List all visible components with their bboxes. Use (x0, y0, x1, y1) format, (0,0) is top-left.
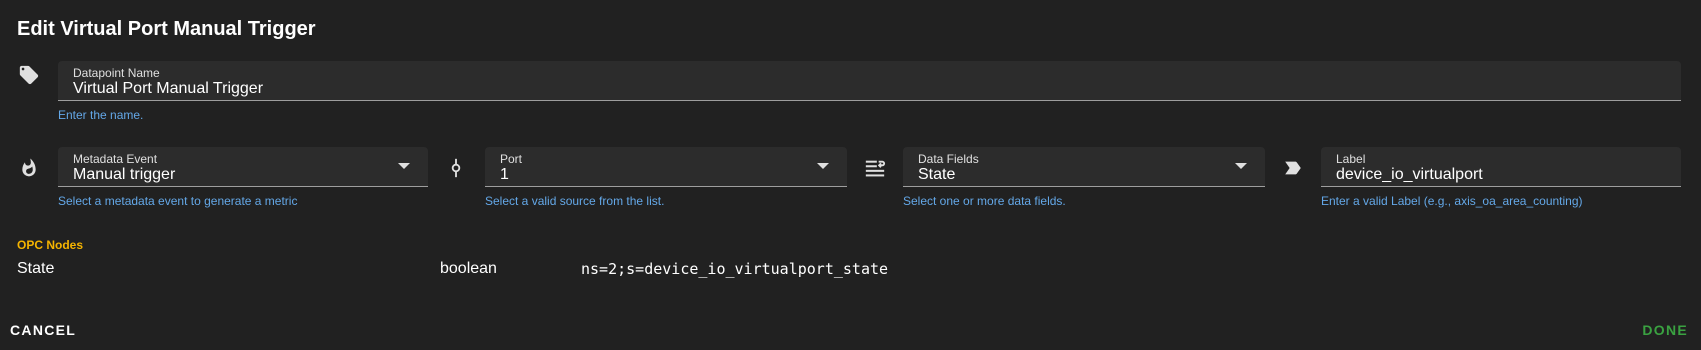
edit-datapoint-dialog: Edit Virtual Port Manual Trigger Datapoi… (0, 0, 1701, 350)
port-hint: Select a valid source from the list. (485, 194, 665, 208)
label-arrow-icon (1280, 155, 1306, 181)
opc-nodes-title: OPC Nodes (17, 238, 84, 252)
port-value: 1 (500, 166, 509, 183)
metadata-event-select[interactable]: Metadata Event Manual trigger (58, 147, 428, 187)
port-select[interactable]: Port 1 (485, 147, 847, 187)
source-commit-icon (443, 155, 469, 181)
data-fields-label: Data Fields (918, 152, 979, 166)
metadata-event-label: Metadata Event (73, 152, 158, 166)
datapoint-name-label: Datapoint Name (73, 66, 160, 80)
port-label: Port (500, 152, 523, 166)
data-fields-select[interactable]: Data Fields State (903, 147, 1265, 187)
chevron-down-icon (1235, 163, 1247, 169)
label-input[interactable]: Label device_io_virtualport (1321, 147, 1681, 187)
cancel-button[interactable]: CANCEL (10, 319, 76, 341)
datapoint-name-value: Virtual Port Manual Trigger (73, 80, 264, 97)
done-button[interactable]: DONE (1642, 319, 1688, 341)
format-list-icon (862, 155, 888, 181)
label-field-label: Label (1336, 152, 1366, 166)
datapoint-name-hint: Enter the name. (58, 108, 144, 122)
opc-node-name: State (17, 260, 55, 277)
chevron-down-icon (398, 163, 410, 169)
datapoint-name-field[interactable]: Datapoint Name Virtual Port Manual Trigg… (58, 61, 1681, 101)
opc-node-type: boolean (440, 260, 497, 277)
fire-icon (16, 155, 42, 181)
chevron-down-icon (817, 163, 829, 169)
dialog-title: Edit Virtual Port Manual Trigger (17, 18, 316, 40)
data-fields-value: State (918, 166, 956, 183)
opc-node-id: ns=2;s=device_io_virtualport_state (581, 260, 889, 278)
data-fields-hint: Select one or more data fields. (903, 194, 1066, 208)
label-hint: Enter a valid Label (e.g., axis_oa_area_… (1321, 194, 1583, 208)
tag-icon (16, 62, 42, 88)
metadata-event-value: Manual trigger (73, 166, 176, 183)
label-field-value: device_io_virtualport (1336, 166, 1483, 183)
metadata-event-hint: Select a metadata event to generate a me… (58, 194, 298, 208)
